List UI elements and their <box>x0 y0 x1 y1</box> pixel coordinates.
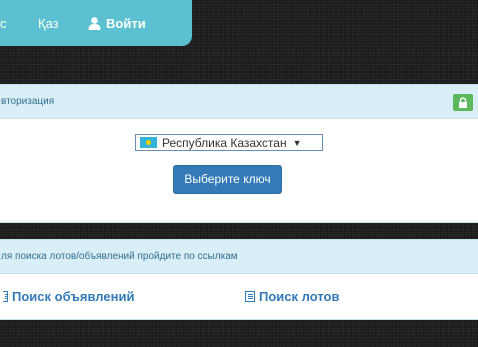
search-links-panel: ля поиска лотов/объявлений пройдите по с… <box>0 239 478 320</box>
dropdown-arrow-icon: ▼ <box>292 137 302 148</box>
search-links-panel-title: ля поиска лотов/объявлений пройдите по с… <box>1 251 238 262</box>
top-navbar: с Қаз Войти <box>0 0 192 46</box>
login-link[interactable]: Войти <box>88 16 146 31</box>
auth-panel-header: вторизация <box>0 85 478 119</box>
login-label: Войти <box>106 15 146 31</box>
search-links-row: Поиск объявлений Поиск лотов <box>0 289 478 309</box>
kazakhstan-flag-icon <box>140 137 157 148</box>
lock-icon <box>453 94 473 111</box>
auth-panel-title: вторизация <box>1 96 55 107</box>
list-icon <box>245 291 255 302</box>
user-icon <box>88 16 101 30</box>
choose-key-button[interactable]: Выберите ключ <box>173 165 282 194</box>
search-ads-label: Поиск объявлений <box>12 289 135 304</box>
country-select-value: Республика Казахстан <box>162 135 287 150</box>
country-select[interactable]: Республика Казахстан ▼ <box>135 134 323 151</box>
search-lots-link[interactable]: Поиск лотов <box>245 289 339 304</box>
language-kaz-link[interactable]: Қаз <box>38 16 59 31</box>
search-lots-label: Поиск лотов <box>259 289 340 304</box>
list-icon <box>3 291 8 302</box>
auth-panel: вторизация Республика Казахстан ▼ Выбери… <box>0 84 478 223</box>
search-ads-link[interactable]: Поиск объявлений <box>3 289 134 304</box>
search-links-panel-header: ля поиска лотов/объявлений пройдите по с… <box>0 240 478 274</box>
nav-item-truncated[interactable]: с <box>0 16 7 31</box>
